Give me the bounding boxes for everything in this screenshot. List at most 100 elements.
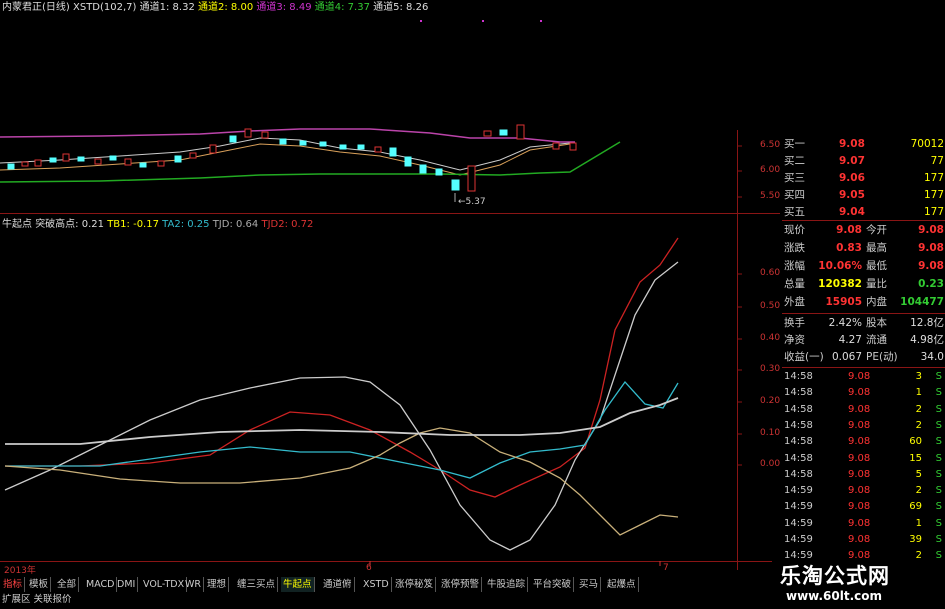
tick-row: 14:59 9.08 1 S xyxy=(784,517,944,531)
quote-value: 9.08 xyxy=(836,224,862,236)
channel5-value: 通道5: 8.26 xyxy=(373,2,429,13)
low-price-value: 5.37 xyxy=(465,197,486,207)
indicator-tab[interactable]: 指标 xyxy=(1,577,26,592)
tick-price: 9.08 xyxy=(848,534,871,545)
order-book-row: 买五 9.04 177 xyxy=(784,205,944,219)
indicator-tab[interactable]: 通道俯 xyxy=(321,577,355,592)
stats-row: 换手 2.42% 股本 12.8亿 xyxy=(784,316,944,330)
indicator-tab[interactable]: 起爆点 xyxy=(605,577,639,592)
ind-tick-2: 0.50 xyxy=(760,301,781,311)
ind-tick-7: 0.00 xyxy=(760,459,781,469)
quote-label-2: 内盘 xyxy=(866,296,887,308)
tick-side: S xyxy=(935,387,942,399)
expand-area-link[interactable]: 扩展区 xyxy=(2,594,31,605)
stats-label-2: 股本 xyxy=(866,317,887,329)
tick-time: 14:59 xyxy=(784,485,813,497)
indicator-tab[interactable]: 缠三买点 xyxy=(235,577,279,592)
quote-value: 120382 xyxy=(818,278,862,290)
indicator-tab[interactable]: 牛股追踪 xyxy=(485,577,529,592)
tick-volume: 1 xyxy=(915,387,922,399)
channel1-value: 通道1: 8.32 xyxy=(139,2,195,13)
stats-row: 收益(一) 0.067 PE(动) 34.0 xyxy=(784,350,944,364)
tjd-value: TJD: 0.64 xyxy=(212,219,259,230)
order-label: 买一 xyxy=(784,138,805,150)
quote-label: 现价 xyxy=(784,224,805,236)
order-label: 买四 xyxy=(784,189,805,201)
tick-side: S xyxy=(935,468,942,480)
order-volume: 77 xyxy=(930,155,944,167)
price-tick-3: 5.50 xyxy=(760,191,781,201)
stats-label: 换手 xyxy=(784,317,805,329)
tjd-white-line xyxy=(4,261,679,551)
stats-row: 净资 4.27 流通 4.98亿 xyxy=(784,333,944,347)
stock-name: 内蒙君正(日线) xyxy=(2,2,70,13)
tick-side: S xyxy=(935,403,942,415)
order-price: 9.07 xyxy=(839,155,865,167)
stats-value: 2.42% xyxy=(828,317,862,329)
tick-row: 14:58 9.08 5 S xyxy=(784,468,944,482)
order-volume: 177 xyxy=(923,206,944,218)
quote-row: 涨幅 10.06% 最低 9.08 xyxy=(784,259,944,273)
ind-tick-4: 0.30 xyxy=(760,364,781,374)
order-price: 9.04 xyxy=(839,206,865,218)
x-year-label: 2013年 xyxy=(4,566,36,576)
tick-row: 14:58 9.08 15 S xyxy=(784,452,944,466)
tick-side: S xyxy=(935,452,942,464)
indicator-tab[interactable]: 涨停预警 xyxy=(439,577,483,592)
quote-value-2: 0.23 xyxy=(918,278,944,290)
tick-side: S xyxy=(935,501,942,513)
quote-value-2: 104477 xyxy=(900,296,944,308)
tick-volume: 3 xyxy=(915,371,922,382)
watermark-title: 乐淘公式网 xyxy=(780,564,890,588)
stats-value-2: 12.8亿 xyxy=(910,317,944,329)
tick-row: 14:58 9.08 60 S xyxy=(784,435,944,449)
quote-value: 0.83 xyxy=(836,242,862,254)
low-price-marker: ←5.37 xyxy=(458,197,486,207)
indicator-title: 牛起点 xyxy=(2,219,32,230)
indicator-tab[interactable]: VOL-TDX xyxy=(141,577,188,592)
quote-value: 15905 xyxy=(825,296,862,308)
tick-price: 9.08 xyxy=(848,419,871,431)
quote-row: 外盘 15905 内盘 104477 xyxy=(784,295,944,309)
indicator-tab[interactable]: WR xyxy=(183,577,204,592)
indicator-tab[interactable]: 牛起点 xyxy=(281,577,315,592)
order-volume: 177 xyxy=(923,172,944,184)
indicator-tab[interactable]: 平台突破 xyxy=(531,577,575,592)
signal-dots xyxy=(420,20,542,22)
indicator-tab[interactable]: XSTD xyxy=(361,577,392,592)
order-book-row: 买二 9.07 77 xyxy=(784,154,944,168)
order-book-row: 买四 9.05 177 xyxy=(784,188,944,202)
tick-price: 9.08 xyxy=(848,485,871,497)
price-panel xyxy=(0,20,621,202)
tick-price: 9.08 xyxy=(848,468,871,480)
quote-value-2: 9.08 xyxy=(918,224,944,236)
tick-time: 14:58 xyxy=(784,436,813,448)
related-quote-link[interactable]: 关联报价 xyxy=(34,594,72,605)
tick-row: 14:58 9.08 3 S xyxy=(784,370,944,384)
order-label: 买二 xyxy=(784,155,805,167)
stats-value: 4.27 xyxy=(838,334,862,346)
indicator-tab[interactable]: 理想 xyxy=(205,577,230,592)
indicator-tab[interactable]: MACD xyxy=(84,577,118,592)
tick-time: 14:58 xyxy=(784,403,813,415)
watermark: 乐淘公式网 www.60lt.com xyxy=(772,558,945,609)
tick-volume: 2 xyxy=(915,485,922,497)
indicator-tab[interactable]: 模板 xyxy=(27,577,52,592)
watermark-url: www.60lt.com xyxy=(786,589,883,603)
indicator-tab[interactable]: 全部 xyxy=(55,577,80,592)
tb1-yellow-line xyxy=(4,427,679,536)
quote-label: 涨幅 xyxy=(784,260,805,272)
quote-label-2: 最低 xyxy=(866,260,887,272)
order-volume: 177 xyxy=(923,189,944,201)
indicator-tab[interactable]: 涨停秘笈 xyxy=(393,577,437,592)
order-label: 买三 xyxy=(784,172,805,184)
quote-label-2: 最高 xyxy=(866,242,887,254)
indicator-tab[interactable]: 买马 xyxy=(577,577,602,592)
indicator-tab[interactable]: DMI xyxy=(115,577,139,592)
indicator-panel xyxy=(4,237,679,551)
stats-value-2: 34.0 xyxy=(920,351,944,363)
quote-label: 涨跌 xyxy=(784,242,805,254)
x-month-6: 6 xyxy=(366,563,372,573)
x-month-7: 7 xyxy=(663,563,669,573)
quote-label: 外盘 xyxy=(784,296,805,308)
